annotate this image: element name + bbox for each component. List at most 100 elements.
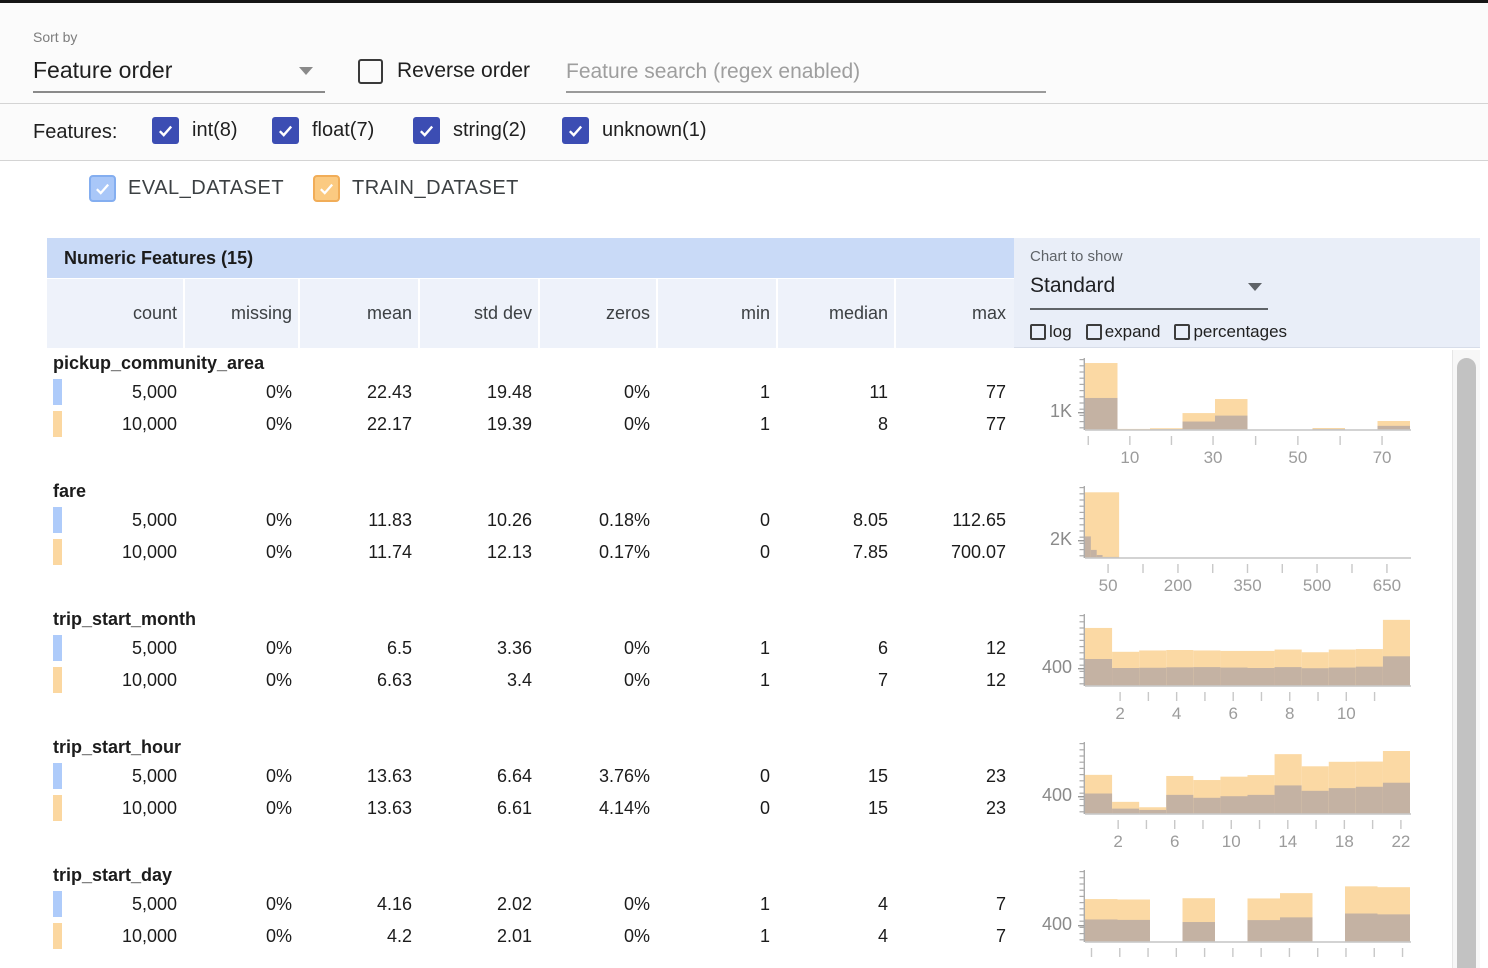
stat-value-count: 5,000 <box>47 632 185 664</box>
stats-row-train_dataset: 10,0000%4.22.010%147 <box>47 920 1014 952</box>
stat-value-mean: 11.83 <box>300 504 420 536</box>
stat-value-count: 10,000 <box>47 920 185 952</box>
feature-name: trip_start_month <box>47 606 1014 632</box>
reverse-order-checkbox[interactable] <box>358 59 383 84</box>
histogram-svg: 10305070 <box>1078 356 1438 474</box>
x-axis-tick-label: 2 <box>1115 704 1124 723</box>
expand-checkbox[interactable] <box>1086 324 1102 340</box>
percentages-checkbox[interactable] <box>1174 324 1190 340</box>
x-axis-tick-label: 2 <box>1113 832 1122 851</box>
unknown-checkbox[interactable] <box>562 117 589 144</box>
sort-by-dropdown[interactable]: Feature order <box>33 53 325 93</box>
filter-int: int(8) <box>152 117 238 144</box>
feature-name: fare <box>47 478 1014 504</box>
stat-value-median: 4 <box>778 888 896 920</box>
feature-chart-fare: 2K 50200350500650 <box>1014 478 1446 606</box>
stats-row-eval_dataset: 5,0000%4.162.020%147 <box>47 888 1014 920</box>
column-header-count: count <box>47 279 185 348</box>
reverse-order-label: Reverse order <box>397 59 530 83</box>
stats-row-eval_dataset: 5,0000%13.636.643.76%01523 <box>47 760 1014 792</box>
stat-value-mean: 4.16 <box>300 888 420 920</box>
stat-value-zeros: 0% <box>540 632 658 664</box>
log-checkbox[interactable] <box>1030 324 1046 340</box>
stat-value-median: 7 <box>778 664 896 696</box>
string-checkbox[interactable] <box>413 117 440 144</box>
feature-chart-trip_start_day: 400 <box>1014 862 1446 968</box>
feature-block-fare: fare5,0000%11.8310.260.18%08.05112.6510,… <box>47 478 1014 606</box>
feature-search-input[interactable] <box>566 53 1046 91</box>
train-dataset-checkbox[interactable] <box>313 175 340 202</box>
stat-value-count: 10,000 <box>47 664 185 696</box>
stat-value-max: 700.07 <box>896 536 1014 568</box>
stats-column-header-row: count missing mean std dev zeros min med… <box>47 279 1014 348</box>
percentages-label: percentages <box>1193 322 1287 342</box>
histogram-svg: 50200350500650 <box>1078 484 1438 602</box>
column-header-mean: mean <box>300 279 420 348</box>
features-label: Features: <box>33 121 117 144</box>
filter-unknown: unknown(1) <box>562 117 707 144</box>
vertical-scrollbar-thumb[interactable] <box>1457 358 1476 968</box>
chart-type-value: Standard <box>1030 274 1115 297</box>
stat-value-zeros: 4.14% <box>540 792 658 824</box>
feature-search-field <box>566 53 1046 93</box>
y-axis-tick-label: 1K <box>1014 401 1072 422</box>
stat-value-mean: 22.43 <box>300 376 420 408</box>
checkmark-icon <box>418 122 435 139</box>
legend-eval-dataset: EVAL_DATASET <box>89 175 284 202</box>
stat-value-missing: 0% <box>185 920 300 952</box>
int-checkbox[interactable] <box>152 117 179 144</box>
chart-option-row: log expand percentages <box>1030 322 1287 342</box>
stat-value-max: 7 <box>896 888 1014 920</box>
stat-value-zeros: 0% <box>540 376 658 408</box>
vertical-scrollbar-track[interactable] <box>1452 350 1480 968</box>
sort-by-value: Feature order <box>33 57 172 83</box>
stat-value-std-dev: 2.02 <box>420 888 540 920</box>
stats-row-eval_dataset: 5,0000%11.8310.260.18%08.05112.65 <box>47 504 1014 536</box>
eval-dataset-swatch <box>53 507 62 533</box>
stat-value-median: 7.85 <box>778 536 896 568</box>
checkmark-icon <box>318 180 335 197</box>
x-axis-tick-label: 22 <box>1391 832 1410 851</box>
histogram-svg: 246810 <box>1078 612 1438 730</box>
stat-value-median: 8 <box>778 408 896 440</box>
column-header-median: median <box>778 279 896 348</box>
stat-value-max: 112.65 <box>896 504 1014 536</box>
feature-name: trip_start_day <box>47 862 1014 888</box>
filter-unknown-label: unknown(1) <box>602 119 707 142</box>
stat-value-count: 5,000 <box>47 376 185 408</box>
stat-value-std-dev: 12.13 <box>420 536 540 568</box>
stat-value-missing: 0% <box>185 504 300 536</box>
sort-toolbar: Sort by Feature order Reverse order <box>0 3 1488 104</box>
stat-value-mean: 13.63 <box>300 760 420 792</box>
expand-label: expand <box>1105 322 1161 342</box>
stats-row-eval_dataset: 5,0000%22.4319.480%11177 <box>47 376 1014 408</box>
x-axis-tick-label: 70 <box>1373 448 1392 467</box>
stat-value-zeros: 0.18% <box>540 504 658 536</box>
stat-value-median: 15 <box>778 792 896 824</box>
chart-type-dropdown[interactable]: Standard <box>1030 270 1268 310</box>
column-header-max: max <box>896 279 1014 348</box>
x-axis-tick-label: 14 <box>1278 832 1297 851</box>
y-axis-tick-label: 2K <box>1014 529 1072 550</box>
float-checkbox[interactable] <box>272 117 299 144</box>
stat-value-max: 12 <box>896 632 1014 664</box>
stat-value-missing: 0% <box>185 632 300 664</box>
feature-chart-trip_start_hour: 4002610141822 <box>1014 734 1446 862</box>
filter-int-label: int(8) <box>192 119 238 142</box>
feature-chart-trip_start_month: 400246810 <box>1014 606 1446 734</box>
feature-block-trip_start_day: trip_start_day5,0000%4.162.020%14710,000… <box>47 862 1014 968</box>
x-axis-tick-label: 650 <box>1373 576 1401 595</box>
stat-value-count: 5,000 <box>47 888 185 920</box>
stat-value-std-dev: 10.26 <box>420 504 540 536</box>
stats-row-train_dataset: 10,0000%6.633.40%1712 <box>47 664 1014 696</box>
train-dataset-swatch <box>53 667 62 693</box>
feature-name: pickup_community_area <box>47 350 1014 376</box>
stat-value-std-dev: 19.39 <box>420 408 540 440</box>
stat-value-min: 1 <box>658 408 778 440</box>
stat-value-missing: 0% <box>185 408 300 440</box>
checkmark-icon <box>157 122 174 139</box>
stat-value-count: 10,000 <box>47 792 185 824</box>
stat-value-max: 77 <box>896 408 1014 440</box>
stat-value-missing: 0% <box>185 536 300 568</box>
eval-dataset-checkbox[interactable] <box>89 175 116 202</box>
